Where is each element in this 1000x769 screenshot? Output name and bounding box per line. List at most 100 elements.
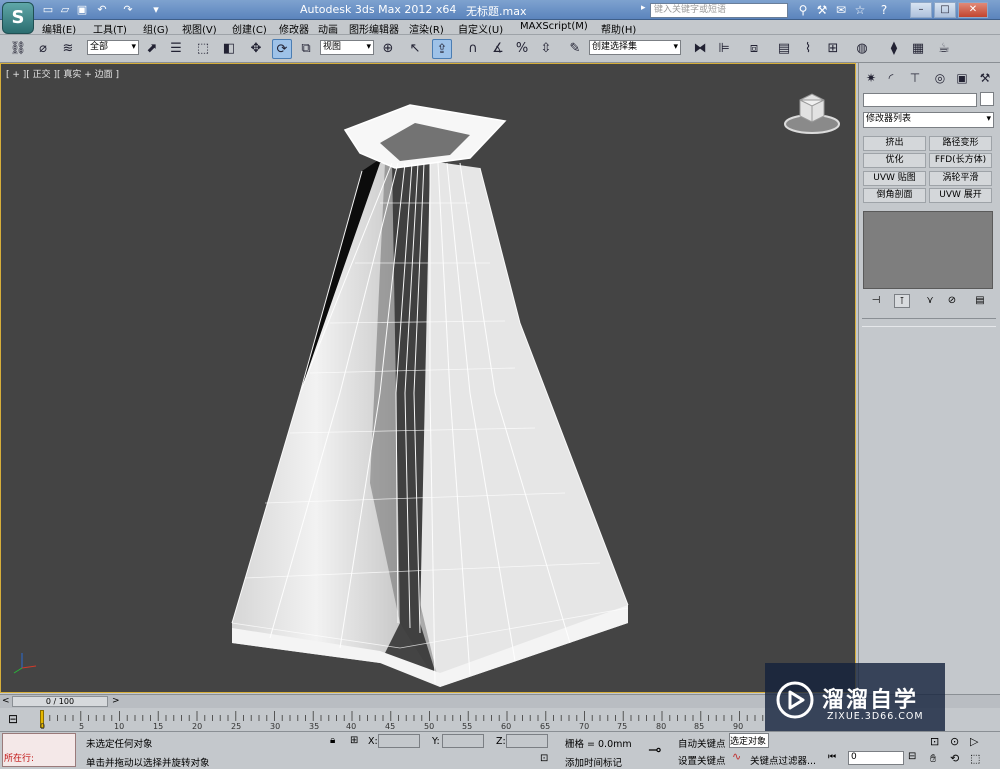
modifier-list-dropdown[interactable]: 修改器列表	[863, 112, 994, 128]
schematic-view-icon[interactable]: ⊞	[823, 39, 843, 59]
key-filters-button[interactable]: 关键点过滤器...	[750, 753, 816, 767]
undo-icon[interactable]: ↶	[94, 2, 110, 18]
goto-start-icon[interactable]: ⏮	[828, 752, 836, 762]
menu-edit[interactable]: 编辑(E)	[42, 21, 76, 36]
rectangular-selection-icon[interactable]: ⬚	[193, 39, 213, 59]
modifier-button-extrude[interactable]: 挤出	[863, 136, 926, 151]
binoculars-icon[interactable]: ⚲	[794, 2, 812, 18]
hierarchy-tab-icon[interactable]: ⊤	[906, 69, 924, 87]
graphite-ribbon-icon[interactable]: ▤	[774, 39, 794, 59]
configure-modifier-sets-icon[interactable]: ▤	[972, 294, 988, 308]
modifier-button-optimize[interactable]: 优化	[863, 153, 926, 168]
view-cube[interactable]	[782, 90, 842, 138]
object-color-swatch[interactable]	[980, 92, 994, 106]
layer-manager-icon[interactable]: ⧈	[744, 39, 764, 59]
time-next-icon[interactable]: >	[112, 696, 120, 706]
select-scale-icon[interactable]: ⧉	[296, 39, 316, 59]
create-tab-icon[interactable]: ✷	[862, 69, 880, 87]
select-rotate-icon[interactable]: ⟳	[272, 39, 292, 59]
pivot-center-icon[interactable]: ⊕	[378, 39, 398, 59]
modifier-button-ffd-box[interactable]: FFD(长方体)	[929, 153, 992, 168]
object-name-field[interactable]	[863, 93, 977, 107]
rendered-frame-window-icon[interactable]: ▦	[908, 39, 928, 59]
zoom-icon[interactable]: ⊙	[950, 735, 959, 748]
menu-modifiers[interactable]: 修改器	[279, 21, 309, 36]
modifier-button-unwrap-uvw[interactable]: UVW 展开	[929, 188, 992, 203]
maximize-viewport-icon[interactable]: ⬚	[970, 752, 980, 765]
modifier-stack[interactable]	[863, 211, 993, 289]
menu-views[interactable]: 视图(V)	[182, 21, 217, 36]
bind-spacewarp-icon[interactable]: ≋	[58, 39, 78, 59]
absolute-mode-icon[interactable]: ⊞	[350, 735, 358, 746]
z-coordinate-field[interactable]	[506, 734, 548, 748]
modifier-button-path-deform[interactable]: 路径变形	[929, 136, 992, 151]
favorites-icon[interactable]: ☆	[851, 2, 869, 18]
key-tangent-icon[interactable]: ∿	[732, 750, 741, 763]
tower-model[interactable]	[0, 63, 856, 693]
motion-tab-icon[interactable]: ◎	[931, 69, 949, 87]
pin-stack-icon[interactable]: ⊣	[868, 294, 884, 308]
zoom-extents-icon[interactable]: ⊡	[930, 735, 939, 748]
link-icon[interactable]: ⛓	[8, 39, 28, 59]
reference-coordinate-dropdown[interactable]: 视图	[320, 40, 374, 55]
material-editor-icon[interactable]: ◍	[852, 39, 872, 59]
set-key-icon[interactable]: ⊸	[648, 740, 661, 759]
menu-create[interactable]: 创建(C)	[232, 21, 267, 36]
save-file-icon[interactable]: ▣	[74, 2, 90, 18]
redo-icon[interactable]: ↷	[120, 2, 136, 18]
auto-key-button[interactable]: 自动关键点	[678, 736, 726, 750]
show-end-result-icon[interactable]: ⊺	[894, 294, 910, 308]
select-by-name-icon[interactable]: ☰	[166, 39, 186, 59]
modifier-button-uvw-map[interactable]: UVW 贴图	[863, 171, 926, 186]
open-file-icon[interactable]: ▱	[57, 2, 73, 18]
select-object-icon[interactable]: ⬈	[142, 39, 162, 59]
selection-filter-dropdown[interactable]: 全部	[87, 40, 139, 55]
menu-customize[interactable]: 自定义(U)	[458, 21, 503, 36]
communication-icon[interactable]: ✉	[832, 2, 850, 18]
select-manipulate-icon[interactable]: ↖	[405, 39, 425, 59]
keyboard-shortcut-override-icon[interactable]: ⇪	[432, 39, 452, 59]
orbit-icon[interactable]: ⟲	[950, 752, 959, 765]
mirror-icon[interactable]: ⧓	[690, 39, 710, 59]
menu-tools[interactable]: 工具(T)	[93, 21, 127, 36]
menu-rendering[interactable]: 渲染(R)	[409, 21, 444, 36]
percent-snap-icon[interactable]: %	[512, 39, 532, 59]
utilities-tab-icon[interactable]: ⚒	[976, 69, 994, 87]
current-frame-field[interactable]: 0	[848, 751, 904, 765]
angle-snap-icon[interactable]: ∡	[488, 39, 508, 59]
spinner-snap-icon[interactable]: ⇳	[536, 39, 556, 59]
search-expand-icon[interactable]: ▸	[641, 3, 646, 13]
menu-help[interactable]: 帮助(H)	[601, 21, 636, 36]
snaps-toggle-icon[interactable]: ∩	[463, 39, 483, 59]
time-prev-icon[interactable]: <	[2, 696, 10, 706]
edit-named-selection-icon[interactable]: ✎	[565, 39, 585, 59]
mini-curve-editor-icon[interactable]: ⊟	[8, 712, 18, 726]
quick-access-dropdown-icon[interactable]: ▾	[148, 2, 164, 18]
set-key-button[interactable]: 设置关键点	[678, 753, 726, 767]
menu-maxscript[interactable]: MAXScript(M)	[520, 21, 588, 32]
curve-editor-icon[interactable]: ⌇	[798, 39, 818, 59]
render-setup-icon[interactable]: ⧫	[884, 39, 904, 59]
align-icon[interactable]: ⊫	[714, 39, 734, 59]
subscription-icon[interactable]: ⚒	[813, 2, 831, 18]
unlink-icon[interactable]: ⌀	[33, 39, 53, 59]
modify-tab-icon[interactable]: ◜	[882, 69, 900, 87]
add-time-tag-button[interactable]: 添加时间标记	[565, 755, 622, 769]
maximize-button[interactable]: □	[934, 2, 956, 18]
time-config-icon[interactable]: ⊟	[908, 751, 916, 762]
y-coordinate-field[interactable]	[442, 734, 484, 748]
new-file-icon[interactable]: ▭	[40, 2, 56, 18]
menu-graph-editors[interactable]: 图形编辑器	[349, 21, 399, 36]
lock-selection-icon[interactable]: 🔒︎	[330, 735, 335, 746]
make-unique-icon[interactable]: ⋎	[922, 294, 938, 308]
x-coordinate-field[interactable]	[378, 734, 420, 748]
select-move-icon[interactable]: ✥	[246, 39, 266, 59]
pan-icon[interactable]: ✋︎	[930, 752, 936, 766]
close-button[interactable]: ✕	[958, 2, 988, 18]
display-tab-icon[interactable]: ▣	[953, 69, 971, 87]
menu-group[interactable]: 组(G)	[143, 21, 169, 36]
time-tag-icon[interactable]: ⊡	[540, 753, 548, 764]
named-selection-dropdown[interactable]: 创建选择集	[589, 40, 681, 55]
time-slider[interactable]: 0 / 100	[12, 696, 108, 707]
render-production-icon[interactable]: ☕	[934, 39, 954, 59]
